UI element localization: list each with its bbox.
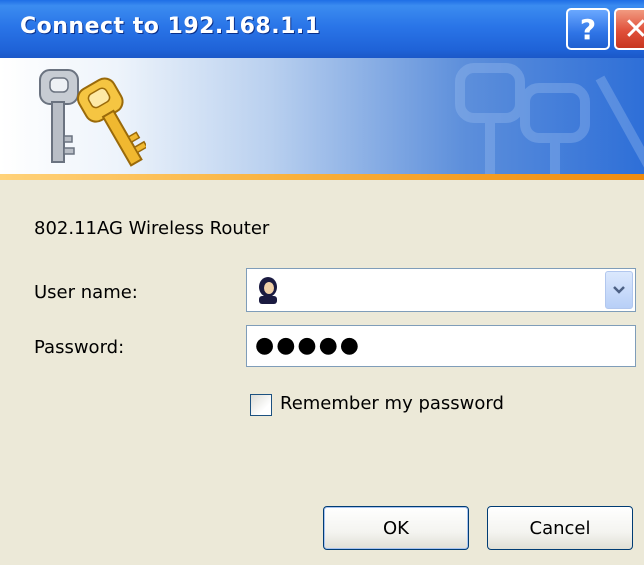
user-name-label: User name: [34, 282, 138, 303]
user-avatar-icon [259, 277, 277, 304]
help-icon: ? [579, 12, 597, 46]
window-title: Connect to 192.168.1.1 [20, 14, 321, 39]
dialog-banner [0, 58, 644, 174]
background-keys-icon [455, 63, 644, 174]
realm-text: 802.11AG Wireless Router [34, 218, 270, 239]
password-field[interactable]: ●●●●● [246, 325, 636, 367]
remember-password-checkbox[interactable] [250, 394, 272, 416]
close-icon: ✕ [623, 11, 644, 47]
close-button[interactable]: ✕ [614, 8, 644, 50]
ok-button[interactable]: OK [323, 506, 469, 550]
cancel-button[interactable]: Cancel [487, 506, 633, 550]
user-name-dropdown-button[interactable] [605, 271, 633, 309]
keys-icon [39, 69, 146, 167]
title-bar[interactable]: Connect to 192.168.1.1 ? ✕ [0, 0, 644, 58]
password-label: Password: [34, 337, 125, 358]
help-button[interactable]: ? [566, 8, 610, 50]
password-value: ●●●●● [255, 333, 361, 358]
chevron-down-icon [613, 286, 625, 294]
dialog-body: 802.11AG Wireless Router User name: Pass… [0, 180, 644, 565]
user-name-combobox[interactable] [246, 268, 636, 312]
remember-password-label[interactable]: Remember my password [280, 393, 504, 414]
login-dialog: Connect to 192.168.1.1 ? ✕ 802.11AG Wire… [0, 0, 644, 565]
